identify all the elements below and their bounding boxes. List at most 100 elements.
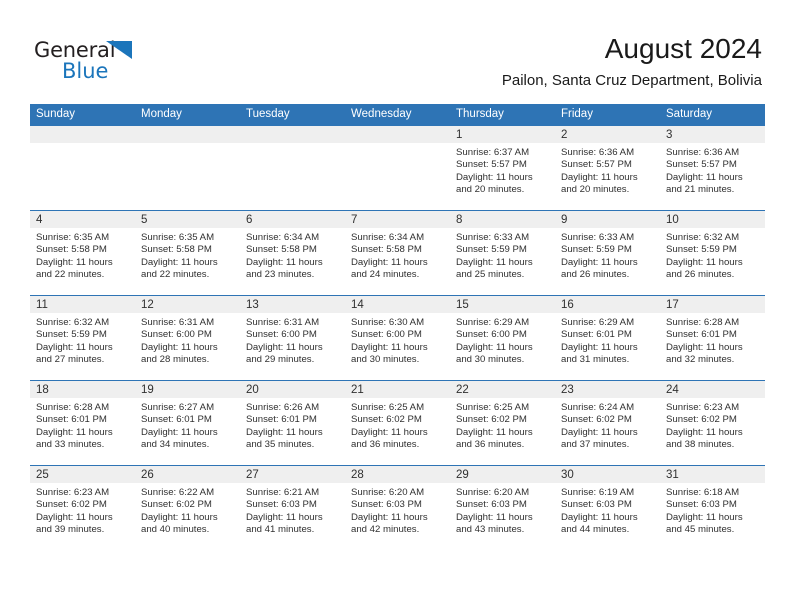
calendar-day-cell[interactable]: 10 Sunrise: 6:32 AM Sunset: 5:59 PM Dayligh… <box>660 210 765 296</box>
daylight-text-line2: and 37 minutes. <box>561 439 630 451</box>
day-details: Sunrise: 6:29 AM Sunset: 6:01 PM Daylight:… <box>555 313 660 367</box>
daylight-text-line2: and 25 minutes. <box>456 269 525 281</box>
daylight-text-line1: Daylight: 11 hours <box>351 426 428 438</box>
calendar-day-cell[interactable]: 22 Sunrise: 6:25 AM Sunset: 6:02 PM Dayligh… <box>450 380 555 466</box>
column-header-sunday: Sunday <box>30 104 135 126</box>
day-number: 6 <box>240 211 345 228</box>
calendar-day-cell[interactable]: 8 Sunrise: 6:33 AM Sunset: 5:59 PM Daylight… <box>450 210 555 296</box>
calendar-cell-empty <box>345 125 450 211</box>
daylight-text-line1: Daylight: 11 hours <box>351 256 428 268</box>
day-details: Sunrise: 6:20 AM Sunset: 6:03 PM Daylight:… <box>450 483 555 537</box>
calendar-day-cell[interactable]: 2 Sunrise: 6:36 AM Sunset: 5:57 PM Daylight… <box>555 125 660 211</box>
day-details: Sunrise: 6:31 AM Sunset: 6:00 PM Daylight:… <box>135 313 240 367</box>
daylight-text-line1: Daylight: 11 hours <box>456 171 533 183</box>
calendar-day-cell[interactable]: 4 Sunrise: 6:35 AM Sunset: 5:58 PM Daylight… <box>30 210 135 296</box>
calendar-day-cell[interactable]: 18 Sunrise: 6:28 AM Sunset: 6:01 PM Dayligh… <box>30 380 135 466</box>
day-details: Sunrise: 6:22 AM Sunset: 6:02 PM Daylight:… <box>135 483 240 537</box>
calendar-week-row: 4 Sunrise: 6:35 AM Sunset: 5:58 PM Daylight… <box>30 210 765 296</box>
sunset-text: Sunset: 6:01 PM <box>561 329 632 341</box>
day-number <box>135 126 240 143</box>
day-number: 24 <box>660 381 765 398</box>
daylight-text-line1: Daylight: 11 hours <box>666 341 743 353</box>
day-details: Sunrise: 6:18 AM Sunset: 6:03 PM Daylight:… <box>660 483 765 537</box>
day-details: Sunrise: 6:36 AM Sunset: 5:57 PM Daylight:… <box>555 143 660 197</box>
sunset-text: Sunset: 6:02 PM <box>561 414 632 426</box>
general-blue-logo[interactable]: General Blue <box>34 38 164 84</box>
day-details: Sunrise: 6:32 AM Sunset: 5:59 PM Daylight:… <box>660 228 765 282</box>
daylight-text-line1: Daylight: 11 hours <box>666 256 743 268</box>
day-number: 28 <box>345 466 450 483</box>
calendar-day-cell[interactable]: 26 Sunrise: 6:22 AM Sunset: 6:02 PM Dayligh… <box>135 465 240 550</box>
calendar-day-cell[interactable]: 19 Sunrise: 6:27 AM Sunset: 6:01 PM Dayligh… <box>135 380 240 466</box>
page-subtitle: Pailon, Santa Cruz Department, Bolivia <box>501 72 762 89</box>
column-header-saturday: Saturday <box>660 104 765 126</box>
calendar-day-cell[interactable]: 15 Sunrise: 6:29 AM Sunset: 6:00 PM Dayligh… <box>450 295 555 381</box>
day-details: Sunrise: 6:33 AM Sunset: 5:59 PM Daylight:… <box>555 228 660 282</box>
day-number: 17 <box>660 296 765 313</box>
daylight-text-line2: and 20 minutes. <box>456 184 525 196</box>
sunset-text: Sunset: 5:57 PM <box>456 159 527 171</box>
calendar-day-cell[interactable]: 17 Sunrise: 6:28 AM Sunset: 6:01 PM Dayligh… <box>660 295 765 381</box>
day-number: 10 <box>660 211 765 228</box>
calendar-day-cell[interactable]: 12 Sunrise: 6:31 AM Sunset: 6:00 PM Dayligh… <box>135 295 240 381</box>
daylight-text-line2: and 22 minutes. <box>141 269 210 281</box>
sunset-text: Sunset: 6:03 PM <box>246 499 317 511</box>
daylight-text-line2: and 39 minutes. <box>36 524 105 536</box>
daylight-text-line2: and 45 minutes. <box>666 524 735 536</box>
sunset-text: Sunset: 6:02 PM <box>141 499 212 511</box>
day-details: Sunrise: 6:34 AM Sunset: 5:58 PM Daylight:… <box>240 228 345 282</box>
calendar-day-cell[interactable]: 31 Sunrise: 6:18 AM Sunset: 6:03 PM Dayligh… <box>660 465 765 550</box>
day-details: Sunrise: 6:27 AM Sunset: 6:01 PM Daylight:… <box>135 398 240 452</box>
daylight-text-line2: and 30 minutes. <box>456 354 525 366</box>
daylight-text-line2: and 26 minutes. <box>666 269 735 281</box>
calendar-day-cell[interactable]: 23 Sunrise: 6:24 AM Sunset: 6:02 PM Dayligh… <box>555 380 660 466</box>
day-details <box>345 143 450 147</box>
day-details: Sunrise: 6:24 AM Sunset: 6:02 PM Daylight:… <box>555 398 660 452</box>
calendar-cell-empty <box>135 125 240 211</box>
daylight-text-line2: and 34 minutes. <box>141 439 210 451</box>
sunset-text: Sunset: 6:02 PM <box>666 414 737 426</box>
daylight-text-line1: Daylight: 11 hours <box>561 426 638 438</box>
sunset-text: Sunset: 5:57 PM <box>666 159 737 171</box>
daylight-text-line1: Daylight: 11 hours <box>561 256 638 268</box>
calendar-day-cell[interactable]: 1 Sunrise: 6:37 AM Sunset: 5:57 PM Daylight… <box>450 125 555 211</box>
calendar-week-row: 18 Sunrise: 6:28 AM Sunset: 6:01 PM Dayligh… <box>30 380 765 466</box>
calendar-day-cell[interactable]: 28 Sunrise: 6:20 AM Sunset: 6:03 PM Dayligh… <box>345 465 450 550</box>
calendar-day-cell[interactable]: 25 Sunrise: 6:23 AM Sunset: 6:02 PM Dayligh… <box>30 465 135 550</box>
calendar-day-cell[interactable]: 5 Sunrise: 6:35 AM Sunset: 5:58 PM Daylight… <box>135 210 240 296</box>
sunset-text: Sunset: 6:01 PM <box>666 329 737 341</box>
calendar-day-cell[interactable]: 29 Sunrise: 6:20 AM Sunset: 6:03 PM Dayligh… <box>450 465 555 550</box>
calendar-day-cell[interactable]: 9 Sunrise: 6:33 AM Sunset: 5:59 PM Daylight… <box>555 210 660 296</box>
daylight-text-line1: Daylight: 11 hours <box>666 426 743 438</box>
day-details: Sunrise: 6:25 AM Sunset: 6:02 PM Daylight:… <box>450 398 555 452</box>
calendar-day-cell[interactable]: 27 Sunrise: 6:21 AM Sunset: 6:03 PM Dayligh… <box>240 465 345 550</box>
daylight-text-line2: and 32 minutes. <box>666 354 735 366</box>
calendar-day-cell[interactable]: 3 Sunrise: 6:36 AM Sunset: 5:57 PM Daylight… <box>660 125 765 211</box>
day-number: 3 <box>660 126 765 143</box>
sunrise-text: Sunrise: 6:25 AM <box>351 402 425 413</box>
calendar-day-cell[interactable]: 11 Sunrise: 6:32 AM Sunset: 5:59 PM Dayligh… <box>30 295 135 381</box>
calendar-day-cell[interactable]: 16 Sunrise: 6:29 AM Sunset: 6:01 PM Dayligh… <box>555 295 660 381</box>
sunset-text: Sunset: 6:02 PM <box>351 414 422 426</box>
calendar-day-cell[interactable]: 30 Sunrise: 6:19 AM Sunset: 6:03 PM Dayligh… <box>555 465 660 550</box>
sunrise-text: Sunrise: 6:37 AM <box>456 147 530 158</box>
daylight-text-line2: and 40 minutes. <box>141 524 210 536</box>
calendar-day-cell[interactable]: 14 Sunrise: 6:30 AM Sunset: 6:00 PM Dayligh… <box>345 295 450 381</box>
calendar-day-cell[interactable]: 21 Sunrise: 6:25 AM Sunset: 6:02 PM Dayligh… <box>345 380 450 466</box>
sunrise-text: Sunrise: 6:31 AM <box>141 317 215 328</box>
calendar-day-cell[interactable]: 20 Sunrise: 6:26 AM Sunset: 6:01 PM Dayligh… <box>240 380 345 466</box>
calendar-day-cell[interactable]: 7 Sunrise: 6:34 AM Sunset: 5:58 PM Daylight… <box>345 210 450 296</box>
calendar-header-row: Sunday Monday Tuesday Wednesday Thursday Frid… <box>30 104 765 126</box>
daylight-text-line1: Daylight: 11 hours <box>36 341 113 353</box>
daylight-text-line1: Daylight: 11 hours <box>141 511 218 523</box>
sunset-text: Sunset: 5:59 PM <box>561 244 632 256</box>
day-number: 26 <box>135 466 240 483</box>
calendar-day-cell[interactable]: 6 Sunrise: 6:34 AM Sunset: 5:58 PM Daylight… <box>240 210 345 296</box>
day-details: Sunrise: 6:28 AM Sunset: 6:01 PM Daylight:… <box>30 398 135 452</box>
daylight-text-line2: and 43 minutes. <box>456 524 525 536</box>
daylight-text-line1: Daylight: 11 hours <box>141 256 218 268</box>
sunset-text: Sunset: 5:58 PM <box>36 244 107 256</box>
calendar-day-cell[interactable]: 13 Sunrise: 6:31 AM Sunset: 6:00 PM Dayligh… <box>240 295 345 381</box>
sunrise-text: Sunrise: 6:32 AM <box>666 232 740 243</box>
calendar-day-cell[interactable]: 24 Sunrise: 6:23 AM Sunset: 6:02 PM Dayligh… <box>660 380 765 466</box>
